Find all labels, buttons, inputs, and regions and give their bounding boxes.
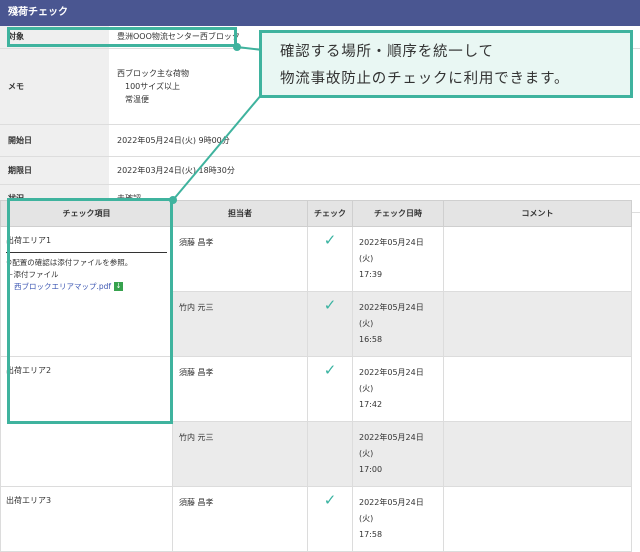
memo-label: メモ [0, 48, 109, 125]
col-header-comment: コメント [443, 200, 632, 227]
datetime-cell: 2022年05月24日(火) 16:58 [352, 291, 444, 357]
check-cell[interactable] [307, 421, 353, 487]
connector-dot [169, 196, 177, 204]
person-cell: 須藤 昌孝 [172, 486, 308, 552]
check-icon[interactable]: ✓ [308, 227, 352, 249]
check-date: 2022年05月24日(火) [359, 303, 424, 328]
check-date: 2022年05月24日(火) [359, 433, 424, 458]
check-icon[interactable]: ✓ [308, 487, 352, 509]
comment-cell[interactable] [443, 486, 632, 552]
connector-dot [233, 43, 241, 51]
start-label: 開始日 [0, 124, 109, 157]
person-cell: 竹内 元三 [172, 421, 308, 487]
page-title: 殘荷チェック [0, 0, 640, 26]
due-value: 2022年03月24日(火) 18時30分 [109, 156, 640, 185]
check-time: 17:00 [359, 465, 383, 474]
comment-cell[interactable] [443, 226, 632, 292]
col-header-datetime: チェック日時 [352, 200, 444, 227]
check-cell[interactable]: ✓ [307, 226, 353, 292]
comment-cell[interactable] [443, 356, 632, 422]
check-time: 17:42 [359, 400, 383, 409]
check-cell[interactable]: ✓ [307, 356, 353, 422]
callout-line: 物流事故防止のチェックに利用できます。 [280, 71, 570, 87]
check-time: 17:58 [359, 530, 383, 539]
callout-line: 確認する場所・順序を統一して [280, 44, 494, 60]
area-cell: 出荷エリア3 [0, 486, 173, 552]
person-name: 須藤 昌孝 [179, 498, 214, 507]
check-date: 2022年05月24日(火) [359, 498, 424, 523]
check-cell[interactable]: ✓ [307, 486, 353, 552]
due-label: 期限日 [0, 156, 109, 185]
person-name: 竹内 元三 [179, 303, 214, 312]
comment-cell[interactable] [443, 291, 632, 357]
check-icon[interactable]: ✓ [308, 292, 352, 314]
info-row-due: 期限日 2022年03月24日(火) 18時30分 [0, 156, 640, 185]
person-cell: 竹内 元三 [172, 291, 308, 357]
check-date: 2022年05月24日(火) [359, 368, 424, 393]
datetime-cell: 2022年05月24日(火) 17:42 [352, 356, 444, 422]
info-row-start: 開始日 2022年05月24日(火) 9時00分 [0, 124, 640, 157]
col-header-person: 担当者 [172, 200, 308, 227]
person-name: 須藤 昌孝 [179, 368, 214, 377]
callout-box: 確認する場所・順序を統一して 物流事故防止のチェックに利用できます。 [259, 30, 633, 98]
datetime-cell: 2022年05月24日(火) 17:39 [352, 226, 444, 292]
datetime-cell: 2022年05月24日(火) 17:00 [352, 421, 444, 487]
check-cell[interactable]: ✓ [307, 291, 353, 357]
check-time: 16:58 [359, 335, 383, 344]
person-cell: 須藤 昌孝 [172, 356, 308, 422]
check-date: 2022年05月24日(火) [359, 238, 424, 263]
person-cell: 須藤 昌孝 [172, 226, 308, 292]
datetime-cell: 2022年05月24日(火) 17:58 [352, 486, 444, 552]
person-name: 須藤 昌孝 [179, 238, 214, 247]
highlight-target [7, 27, 237, 47]
start-value: 2022年05月24日(火) 9時00分 [109, 124, 640, 157]
highlight-check-items [7, 198, 173, 424]
table-row: 出荷エリア3 須藤 昌孝 ✓ 2022年05月24日(火) 17:58 [0, 486, 632, 552]
comment-cell[interactable] [443, 421, 632, 487]
check-icon[interactable]: ✓ [308, 357, 352, 379]
col-header-check: チェック [307, 200, 353, 227]
check-time: 17:39 [359, 270, 383, 279]
area-name: 出荷エリア3 [6, 496, 52, 505]
